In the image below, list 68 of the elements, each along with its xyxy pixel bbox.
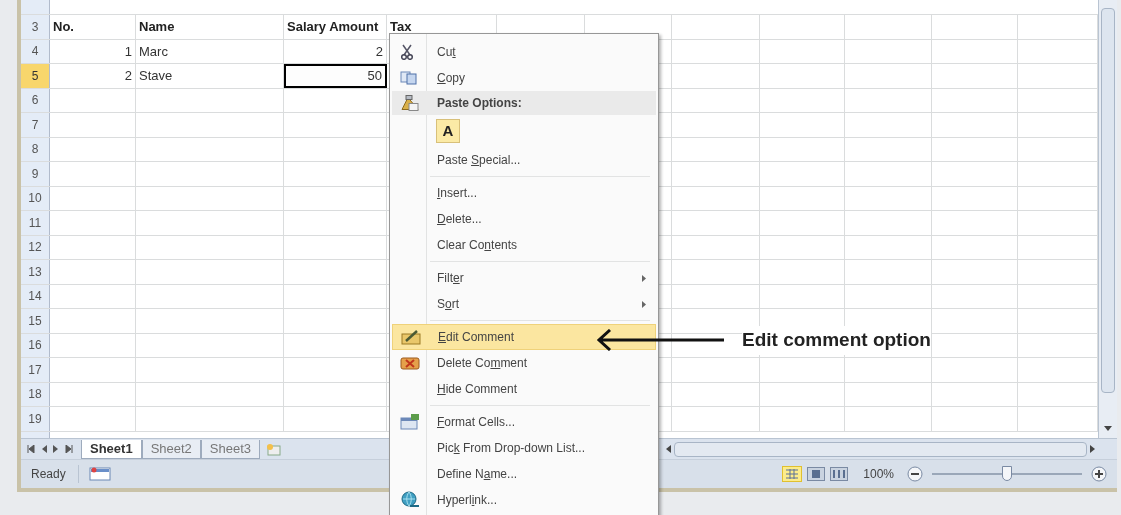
menu-item[interactable]: Format Cells... (392, 409, 656, 435)
row-header[interactable]: 15 (21, 309, 50, 333)
table-cell: Salary Amount (284, 15, 387, 39)
copy-icon (400, 71, 418, 85)
row-header[interactable]: 7 (21, 113, 50, 137)
scroll-left-icon[interactable] (665, 445, 671, 453)
menu-item[interactable]: Delete Comment (392, 350, 656, 376)
row-header[interactable]: 14 (21, 284, 50, 308)
row-header[interactable]: 17 (21, 358, 50, 382)
menu-section-heading: Paste Options: (392, 91, 656, 115)
menu-item[interactable]: Clear Contents (392, 232, 656, 258)
table-cell: No. (50, 15, 136, 39)
scroll-thumb[interactable] (1101, 8, 1115, 393)
menu-item[interactable]: Sort (392, 291, 656, 317)
menu-item[interactable]: Hyperlink... (392, 487, 656, 513)
status-text: Ready (21, 465, 79, 483)
annotation-label: Edit comment option (742, 326, 931, 355)
zoom-out-icon[interactable] (907, 466, 923, 482)
row-header[interactable]: 9 (21, 162, 50, 186)
paste-option-button[interactable]: A (436, 119, 460, 143)
row-header[interactable]: 5 (21, 64, 50, 88)
zoom-slider-thumb[interactable] (1002, 466, 1012, 481)
zoom-level[interactable]: 100% (863, 465, 894, 483)
scissors-icon (400, 44, 414, 60)
row-header[interactable]: 13 (21, 260, 50, 284)
table-cell: 2 (284, 39, 387, 63)
table-cell: Name (136, 15, 284, 39)
table-cell: 50 (284, 64, 387, 88)
menu-item[interactable]: Pick From Drop-down List... (392, 435, 656, 461)
menu-item[interactable]: Delete... (392, 206, 656, 232)
globe-icon (400, 491, 420, 509)
menu-item[interactable]: Define Name... (392, 461, 656, 487)
page-break-icon[interactable] (830, 467, 849, 481)
normal-view-icon[interactable] (782, 466, 803, 482)
sheet-tab[interactable]: Sheet1 (81, 440, 142, 459)
menu-item[interactable]: Insert... (392, 180, 656, 206)
table-cell: 1 (50, 39, 136, 63)
menu-item[interactable]: Filter (392, 265, 656, 291)
format-cells-icon (400, 414, 420, 430)
row-header[interactable]: 16 (21, 333, 50, 357)
sheet-tab[interactable]: Sheet2 (141, 440, 201, 459)
edit-comment-icon (401, 329, 421, 345)
row-header[interactable]: 19 (21, 407, 50, 431)
row-header[interactable]: 12 (21, 235, 50, 259)
row-header[interactable]: 4 (21, 39, 50, 63)
page-layout-icon[interactable] (807, 467, 826, 481)
menu-item[interactable]: Cut (392, 39, 656, 65)
menu-item[interactable]: Copy (392, 65, 656, 91)
zoom-in-icon[interactable] (1091, 466, 1107, 482)
row-header[interactable]: 8 (21, 137, 50, 161)
menu-item[interactable]: Hide Comment (392, 376, 656, 402)
horizontal-scrollbar[interactable] (674, 441, 1087, 457)
scroll-right-icon[interactable] (1090, 445, 1096, 453)
clipboard-icon (400, 94, 420, 112)
table-cell: 2 (50, 64, 136, 88)
vertical-scrollbar[interactable] (1098, 0, 1117, 438)
macro-record-icon[interactable] (88, 467, 111, 481)
row-header[interactable]: 10 (21, 186, 50, 210)
sheet-tab[interactable]: Sheet3 (200, 440, 261, 459)
row-header[interactable]: 11 (21, 211, 50, 235)
scroll-down-icon[interactable] (1104, 426, 1112, 431)
row-header[interactable]: 6 (21, 88, 50, 112)
row-header[interactable]: 18 (21, 382, 50, 406)
menu-item[interactable]: Paste Special... (392, 147, 656, 173)
menu-item[interactable]: Edit Comment (392, 324, 656, 350)
table-cell: Marc (136, 39, 284, 63)
row-header[interactable]: 3 (21, 15, 50, 39)
delete-comment-icon (400, 355, 420, 371)
